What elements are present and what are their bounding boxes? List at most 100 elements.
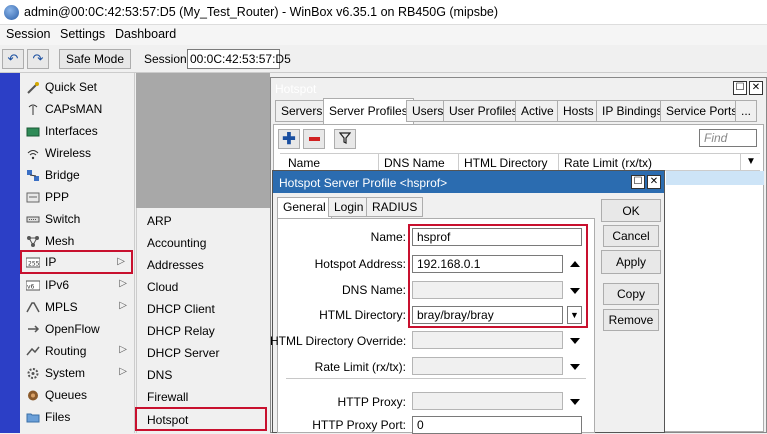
menu-settings[interactable]: Settings <box>60 27 105 41</box>
sidebar-item-label: Switch <box>45 212 81 226</box>
expand-icon[interactable] <box>570 338 580 344</box>
column-separator <box>740 154 741 172</box>
sidebar-item-switch[interactable]: Switch <box>22 208 133 230</box>
switch-icon <box>26 213 40 226</box>
remove-button[interactable] <box>303 129 325 149</box>
mesh-icon <box>26 235 40 248</box>
column-menu-icon[interactable]: ▼ <box>746 156 756 167</box>
sidebar-item-label: Quick Set <box>45 80 98 94</box>
session-field[interactable]: 00:0C:42:53:57:D5 <box>187 49 291 69</box>
toolbar: ↶ ↷ Safe Mode Session: 00:0C:42:53:57:D5 <box>0 45 767 73</box>
dns-name-label: DNS Name: <box>341 283 406 297</box>
undo-button[interactable]: ↶ <box>2 49 24 69</box>
tab-active[interactable]: Active <box>515 100 560 122</box>
general-form: Name: hsprof Hotspot Address: 192.168.0.… <box>270 218 595 434</box>
tab-radius[interactable]: RADIUS <box>366 197 424 217</box>
sidebar-item-ip[interactable]: 255 IP ▷ <box>20 250 133 274</box>
submenu-item-addresses[interactable]: Addresses <box>137 254 269 276</box>
window-titlebar: admin@00:0C:42:53:57:D5 (My_Test_Router)… <box>0 0 767 25</box>
tab-user-profiles[interactable]: User Profiles <box>443 100 524 122</box>
submenu-item-dhcp-relay[interactable]: DHCP Relay <box>137 320 269 342</box>
tab-login[interactable]: Login <box>328 197 370 217</box>
submenu-item-hotspot[interactable]: Hotspot <box>135 407 267 431</box>
submenu-item-dns[interactable]: DNS <box>137 364 269 386</box>
html-directory-override-field[interactable] <box>412 331 563 349</box>
chevron-right-icon: ▷ <box>117 256 125 267</box>
html-directory-label: HTML Directory: <box>319 308 406 322</box>
sidebar-item-mesh[interactable]: Mesh <box>22 230 133 252</box>
sidebar-item-label: System <box>45 366 86 380</box>
submenu-item-dhcp-client[interactable]: DHCP Client <box>137 298 269 320</box>
http-proxy-port-field[interactable]: 0 <box>412 416 582 434</box>
column-name[interactable]: Name <box>288 156 320 170</box>
sidebar-item-files[interactable]: Files <box>22 406 133 428</box>
sidebar-item-ppp[interactable]: PPP <box>22 186 133 208</box>
sidebar-item-system[interactable]: System ▷ <box>22 362 133 384</box>
submenu-item-dhcp-server[interactable]: DHCP Server <box>137 342 269 364</box>
cancel-button[interactable]: Cancel <box>603 225 659 247</box>
table-row-selected[interactable] <box>666 171 764 185</box>
close-icon[interactable]: ✕ <box>749 81 763 95</box>
menu-dashboard[interactable]: Dashboard <box>115 27 176 41</box>
sidebar-item-interfaces[interactable]: Interfaces <box>22 120 133 142</box>
tab-ip-bindings[interactable]: IP Bindings <box>596 100 669 122</box>
sidebar-item-label: Routing <box>45 344 87 358</box>
sidebar-item-ipv6[interactable]: v6 IPv6 ▷ <box>22 274 133 296</box>
remove-button[interactable]: Remove <box>603 309 659 331</box>
plus-icon: ✚ <box>282 131 296 148</box>
submenu-item-accounting[interactable]: Accounting <box>137 232 269 254</box>
apply-button[interactable]: Apply <box>601 250 661 274</box>
tab-service-ports[interactable]: Service Ports <box>660 100 744 122</box>
close-icon[interactable]: ✕ <box>647 175 661 189</box>
sidebar-item-routing[interactable]: Routing ▷ <box>22 340 133 362</box>
menu-session[interactable]: Session <box>6 27 50 41</box>
ipv6-icon: v6 <box>25 279 41 292</box>
expand-icon[interactable] <box>570 399 580 405</box>
sidebar-item-bridge[interactable]: Bridge <box>22 164 133 186</box>
sidebar-item-openflow[interactable]: OpenFlow <box>22 318 133 340</box>
maximize-icon[interactable]: ☐ <box>733 81 747 95</box>
maximize-icon[interactable]: ☐ <box>631 175 645 189</box>
sidebar-item-wireless[interactable]: Wireless <box>22 142 133 164</box>
sidebar-item-queues[interactable]: Queues <box>22 384 133 406</box>
expand-icon[interactable] <box>570 364 580 370</box>
queues-icon <box>26 389 40 402</box>
column-rate-limit[interactable]: Rate Limit (rx/tx) <box>564 156 652 170</box>
sidebar-item-label: CAPsMAN <box>45 102 103 116</box>
submenu-item-firewall[interactable]: Firewall <box>137 386 269 408</box>
ok-button[interactable]: OK <box>601 199 661 222</box>
sidebar-item-mpls[interactable]: MPLS ▷ <box>22 296 133 318</box>
column-dns-name[interactable]: DNS Name <box>384 156 445 170</box>
filter-button[interactable] <box>334 129 356 149</box>
sidebar-item-label: Queues <box>45 388 88 402</box>
tab-server-profiles[interactable]: Server Profiles <box>323 98 414 124</box>
safe-mode-button[interactable]: Safe Mode <box>59 49 131 69</box>
sidebar-item-label: Interfaces <box>45 124 98 138</box>
find-input[interactable]: Find <box>699 129 757 147</box>
tab-servers[interactable]: Servers <box>275 100 329 122</box>
rate-limit-label: Rate Limit (rx/tx): <box>314 360 406 374</box>
submenu-item-arp[interactable]: ARP <box>137 210 269 232</box>
column-html-directory[interactable]: HTML Directory <box>464 156 548 170</box>
tab-general[interactable]: General <box>277 197 332 219</box>
chevron-right-icon: ▷ <box>119 278 127 289</box>
hotspot-title: Hotspot <box>275 82 317 96</box>
add-button[interactable]: ✚ <box>278 129 300 149</box>
table-header: Name DNS Name HTML Directory Rate Limit … <box>280 153 760 172</box>
svg-text:255: 255 <box>28 260 40 267</box>
tab-more[interactable]: ... <box>735 100 758 122</box>
tab-hosts[interactable]: Hosts <box>557 100 600 122</box>
copy-button[interactable]: Copy <box>603 283 659 305</box>
sidebar-item-quick-set[interactable]: Quick Set <box>22 76 133 98</box>
redo-button[interactable]: ↷ <box>27 49 49 69</box>
sidebar-item-label: OpenFlow <box>45 322 100 336</box>
sidebar-item-capsman[interactable]: CAPsMAN <box>22 98 133 120</box>
submenu-item-cloud[interactable]: Cloud <box>137 276 269 298</box>
chevron-right-icon: ▷ <box>119 366 127 377</box>
rate-limit-field[interactable] <box>412 357 563 375</box>
openflow-icon <box>26 323 40 336</box>
http-proxy-field[interactable] <box>412 392 563 410</box>
name-label: Name: <box>370 230 406 244</box>
antenna-icon <box>26 103 40 116</box>
hotspot-titlebar: Hotspot ☐ ✕ <box>271 78 766 98</box>
